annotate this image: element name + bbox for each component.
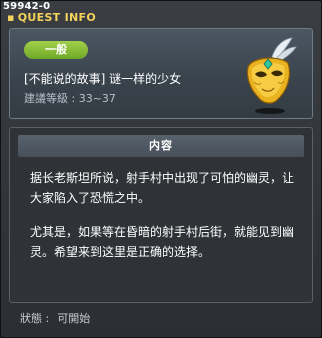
quest-header-panel: 一般 [不能说的故事] 谜一样的少女 建議等級 : 33~37: [9, 28, 313, 119]
title-bullet-icon: ▪: [7, 11, 15, 24]
quest-name: [不能说的故事] 谜一样的少女: [24, 72, 182, 86]
content-paragraph: 尤其是，如果等在昏暗的射手村后街，就能见到幽灵。希望来到这里是正确的选择。: [30, 225, 295, 259]
golden-mask-icon: [238, 35, 298, 119]
content-paragraph: 据长老斯坦所说，射手村中出现了可怕的幽灵，让大家陷入了恐慌之中。: [30, 171, 295, 205]
status-label: 狀態 :: [20, 312, 50, 325]
status-value: 可開始: [57, 312, 91, 325]
quest-content-panel: 内容 据长老斯坦所说，射手村中出现了可怕的幽灵，让大家陷入了恐慌之中。 尤其是，…: [9, 127, 313, 303]
content-section-title: 内容: [18, 135, 304, 157]
quest-status: 狀態 : 可開始: [20, 312, 90, 326]
category-badge: 一般: [24, 41, 88, 59]
window-title-text: QUEST INFO: [17, 11, 96, 24]
window-title[interactable]: ▪ QUEST INFO: [7, 11, 96, 24]
quest-info-window: 59942-0 ▪ QUEST INFO 一般 [不能说的故事] 谜一样的少女 建…: [0, 0, 322, 338]
recommended-level: 建議等級 : 33~37: [24, 92, 116, 105]
